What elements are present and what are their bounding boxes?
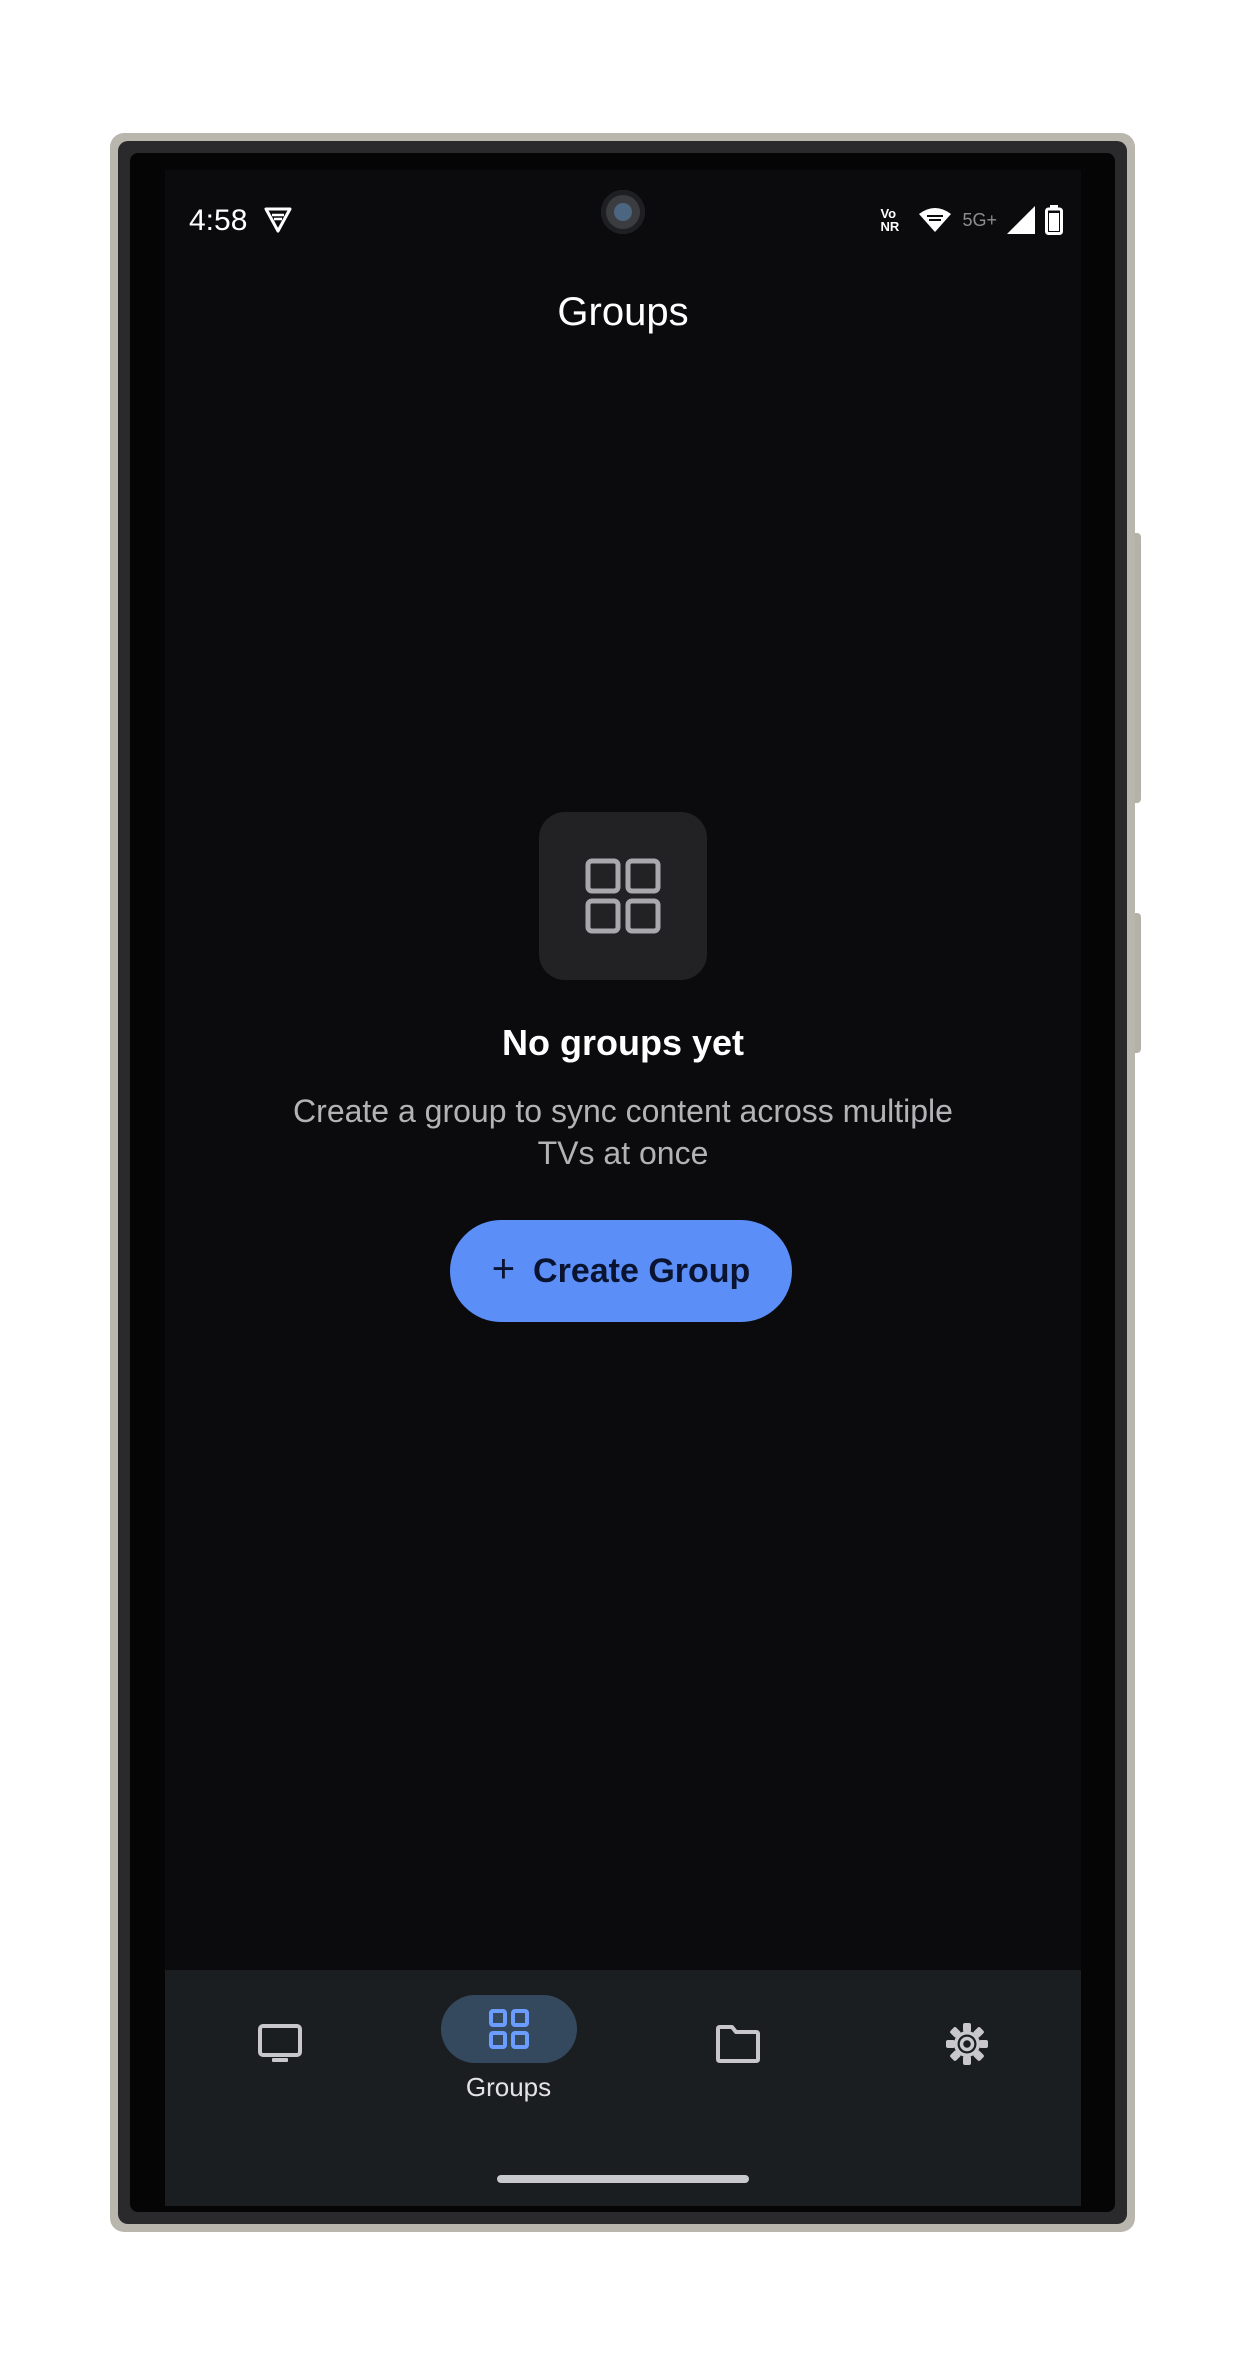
volume-button: [1135, 533, 1141, 803]
nav-item-tvs[interactable]: [165, 1970, 394, 2160]
bottom-navigation: Groups: [165, 1970, 1081, 2206]
nav-item-groups[interactable]: Groups: [394, 1970, 623, 2160]
status-icons: Vo NR 5G+: [880, 200, 1063, 240]
gear-icon: [946, 2023, 988, 2065]
page-title: Groups: [557, 290, 689, 334]
create-group-button[interactable]: + Create Group: [450, 1220, 792, 1322]
signal-icon: [1007, 206, 1035, 234]
empty-state-description: Create a group to sync content across mu…: [293, 1093, 953, 1171]
battery-icon: [1045, 205, 1063, 235]
create-group-label: Create Group: [533, 1251, 751, 1290]
vpn-shield-icon: [264, 207, 292, 233]
folder-icon: [716, 2025, 760, 2063]
network-type: 5G+: [962, 209, 997, 230]
grid-icon: [585, 858, 661, 934]
front-camera: [601, 190, 645, 234]
wifi-icon: [919, 208, 952, 232]
nav-active-pill: [441, 1995, 577, 2063]
nav-pill: [670, 2010, 806, 2078]
power-button: [1135, 913, 1141, 1053]
status-time: 4:58: [189, 204, 248, 237]
plus-icon: +: [491, 1247, 516, 1291]
empty-state-title: No groups yet: [501, 1022, 744, 1063]
volte-label: Vo NR: [880, 206, 900, 234]
home-indicator[interactable]: [497, 2175, 749, 2183]
status-bar: 4:58 Vo NR 5G+: [165, 170, 1081, 270]
nav-pill: [212, 2010, 348, 2078]
nav-item-settings[interactable]: [852, 1970, 1081, 2160]
empty-state-icon-box: [539, 812, 707, 980]
phone-screen: 4:58 Vo NR 5G+ Groups No groups yet Crea…: [165, 170, 1081, 2206]
tv-icon: [258, 2024, 302, 2062]
nav-pill: [899, 2010, 1035, 2078]
nav-item-files[interactable]: [623, 1970, 852, 2160]
nav-label-groups: Groups: [465, 2072, 552, 2102]
grid-icon: [489, 2009, 529, 2049]
